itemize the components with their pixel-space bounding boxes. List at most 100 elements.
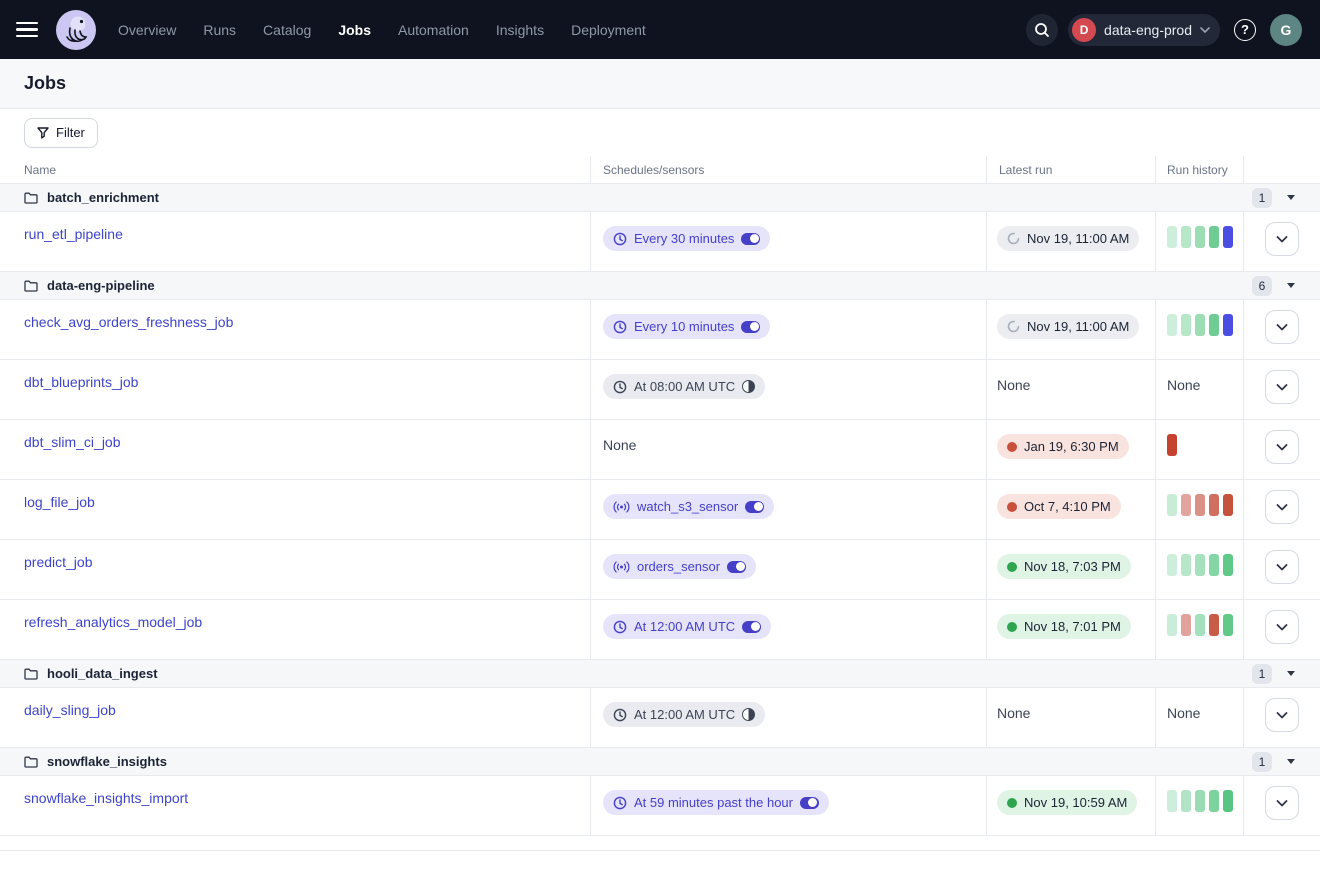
run-history-bar[interactable] xyxy=(1167,554,1177,576)
run-history-bar[interactable] xyxy=(1195,790,1205,812)
filter-button[interactable]: Filter xyxy=(24,118,98,148)
hamburger-menu-icon[interactable] xyxy=(16,16,44,44)
schedule-chip-daily_sling_job[interactable]: At 12:00 AM UTC xyxy=(603,702,765,727)
group-row-hooli_data_ingest[interactable]: hooli_data_ingest1 xyxy=(0,660,1320,688)
run-history-bar[interactable] xyxy=(1167,494,1177,516)
run-history-bar[interactable] xyxy=(1195,314,1205,336)
latest-run-chip-in_progress[interactable]: Nov 19, 11:00 AM xyxy=(997,314,1139,339)
latest-run-chip-success[interactable]: Nov 19, 10:59 AM xyxy=(997,790,1137,815)
run-history-bar[interactable] xyxy=(1223,790,1233,812)
group-row-batch_enrichment[interactable]: batch_enrichment1 xyxy=(0,184,1320,212)
run-history-bar[interactable] xyxy=(1167,614,1177,636)
run-history-bar[interactable] xyxy=(1181,494,1191,516)
run-history-bars[interactable] xyxy=(1167,434,1243,456)
expand-row-button[interactable] xyxy=(1265,786,1299,820)
run-history-bar[interactable] xyxy=(1209,314,1219,336)
run-history-bar[interactable] xyxy=(1181,614,1191,636)
dagster-logo-icon[interactable] xyxy=(56,10,96,50)
latest-run-chip-success[interactable]: Nov 18, 7:03 PM xyxy=(997,554,1131,579)
job-link-check_avg_orders_freshness_job[interactable]: check_avg_orders_freshness_job xyxy=(24,314,233,330)
run-history-bar[interactable] xyxy=(1181,314,1191,336)
job-link-snowflake_insights_import[interactable]: snowflake_insights_import xyxy=(24,790,188,806)
nav-item-automation[interactable]: Automation xyxy=(398,22,469,38)
toggle-on-icon[interactable] xyxy=(727,561,746,573)
run-history-bar[interactable] xyxy=(1209,790,1219,812)
run-history-bar[interactable] xyxy=(1195,494,1205,516)
group-collapse-caret-icon[interactable] xyxy=(1287,759,1295,764)
run-history-bar[interactable] xyxy=(1209,226,1219,248)
toggle-on-icon[interactable] xyxy=(800,797,819,809)
toggle-on-icon[interactable] xyxy=(741,321,760,333)
run-history-bar[interactable] xyxy=(1167,790,1177,812)
schedule-chip-dbt_blueprints_job[interactable]: At 08:00 AM UTC xyxy=(603,374,765,399)
group-row-snowflake_insights[interactable]: snowflake_insights1 xyxy=(0,748,1320,776)
run-history-bars[interactable] xyxy=(1167,494,1243,516)
expand-row-button[interactable] xyxy=(1265,222,1299,256)
run-history-bar[interactable] xyxy=(1223,494,1233,516)
expand-row-button[interactable] xyxy=(1265,610,1299,644)
run-history-bar[interactable] xyxy=(1167,434,1177,456)
nav-item-runs[interactable]: Runs xyxy=(203,22,236,38)
nav-item-overview[interactable]: Overview xyxy=(118,22,176,38)
job-link-run_etl_pipeline[interactable]: run_etl_pipeline xyxy=(24,226,123,242)
schedule-chip-check_avg_orders_freshness_job[interactable]: Every 10 minutes xyxy=(603,314,770,339)
run-history-bar[interactable] xyxy=(1181,554,1191,576)
job-link-predict_job[interactable]: predict_job xyxy=(24,554,93,570)
run-history-bar[interactable] xyxy=(1167,226,1177,248)
nav-item-insights[interactable]: Insights xyxy=(496,22,544,38)
job-link-daily_sling_job[interactable]: daily_sling_job xyxy=(24,702,116,718)
latest-run-chip-failure[interactable]: Oct 7, 4:10 PM xyxy=(997,494,1121,519)
sensor-chip-log_file_job[interactable]: watch_s3_sensor xyxy=(603,494,774,519)
deployment-switcher[interactable]: D data-eng-prod xyxy=(1068,14,1220,46)
run-history-bars[interactable] xyxy=(1167,314,1243,336)
job-link-dbt_blueprints_job[interactable]: dbt_blueprints_job xyxy=(24,374,138,390)
toggle-off-icon[interactable] xyxy=(742,380,755,393)
schedule-chip-refresh_analytics_model_job[interactable]: At 12:00 AM UTC xyxy=(603,614,771,639)
nav-item-catalog[interactable]: Catalog xyxy=(263,22,311,38)
run-history-bars[interactable] xyxy=(1167,614,1243,636)
sensor-chip-predict_job[interactable]: orders_sensor xyxy=(603,554,756,579)
run-history-bar[interactable] xyxy=(1223,226,1233,248)
run-history-bar[interactable] xyxy=(1209,614,1219,636)
run-history-bar[interactable] xyxy=(1181,790,1191,812)
expand-row-button[interactable] xyxy=(1265,430,1299,464)
run-history-bar[interactable] xyxy=(1209,494,1219,516)
run-history-bar[interactable] xyxy=(1223,614,1233,636)
expand-row-button[interactable] xyxy=(1265,550,1299,584)
run-history-bars[interactable] xyxy=(1167,554,1243,576)
run-history-bar[interactable] xyxy=(1195,226,1205,248)
nav-item-deployment[interactable]: Deployment xyxy=(571,22,646,38)
help-button[interactable]: ? xyxy=(1234,19,1256,41)
schedule-chip-run_etl_pipeline[interactable]: Every 30 minutes xyxy=(603,226,770,251)
run-history-bar[interactable] xyxy=(1195,614,1205,636)
run-history-bar[interactable] xyxy=(1195,554,1205,576)
job-link-refresh_analytics_model_job[interactable]: refresh_analytics_model_job xyxy=(24,614,202,630)
expand-row-button[interactable] xyxy=(1265,310,1299,344)
latest-run-chip-failure[interactable]: Jan 19, 6:30 PM xyxy=(997,434,1129,459)
run-history-bar[interactable] xyxy=(1223,554,1233,576)
run-history-bar[interactable] xyxy=(1167,314,1177,336)
expand-row-button[interactable] xyxy=(1265,370,1299,404)
run-history-bars[interactable] xyxy=(1167,790,1243,812)
group-collapse-caret-icon[interactable] xyxy=(1287,671,1295,676)
toggle-off-icon[interactable] xyxy=(742,708,755,721)
expand-row-button[interactable] xyxy=(1265,490,1299,524)
nav-item-jobs[interactable]: Jobs xyxy=(338,22,371,38)
toggle-on-icon[interactable] xyxy=(742,621,761,633)
expand-row-button[interactable] xyxy=(1265,698,1299,732)
run-history-bar[interactable] xyxy=(1209,554,1219,576)
latest-run-chip-in_progress[interactable]: Nov 19, 11:00 AM xyxy=(997,226,1139,251)
user-avatar[interactable]: G xyxy=(1270,14,1302,46)
group-collapse-caret-icon[interactable] xyxy=(1287,283,1295,288)
toggle-on-icon[interactable] xyxy=(741,233,760,245)
toggle-on-icon[interactable] xyxy=(745,501,764,513)
latest-run-chip-success[interactable]: Nov 18, 7:01 PM xyxy=(997,614,1131,639)
run-history-bars[interactable] xyxy=(1167,226,1243,248)
job-link-log_file_job[interactable]: log_file_job xyxy=(24,494,95,510)
search-button[interactable] xyxy=(1026,14,1058,46)
job-link-dbt_slim_ci_job[interactable]: dbt_slim_ci_job xyxy=(24,434,121,450)
run-history-bar[interactable] xyxy=(1223,314,1233,336)
group-collapse-caret-icon[interactable] xyxy=(1287,195,1295,200)
run-history-bar[interactable] xyxy=(1181,226,1191,248)
group-row-data-eng-pipeline[interactable]: data-eng-pipeline6 xyxy=(0,272,1320,300)
